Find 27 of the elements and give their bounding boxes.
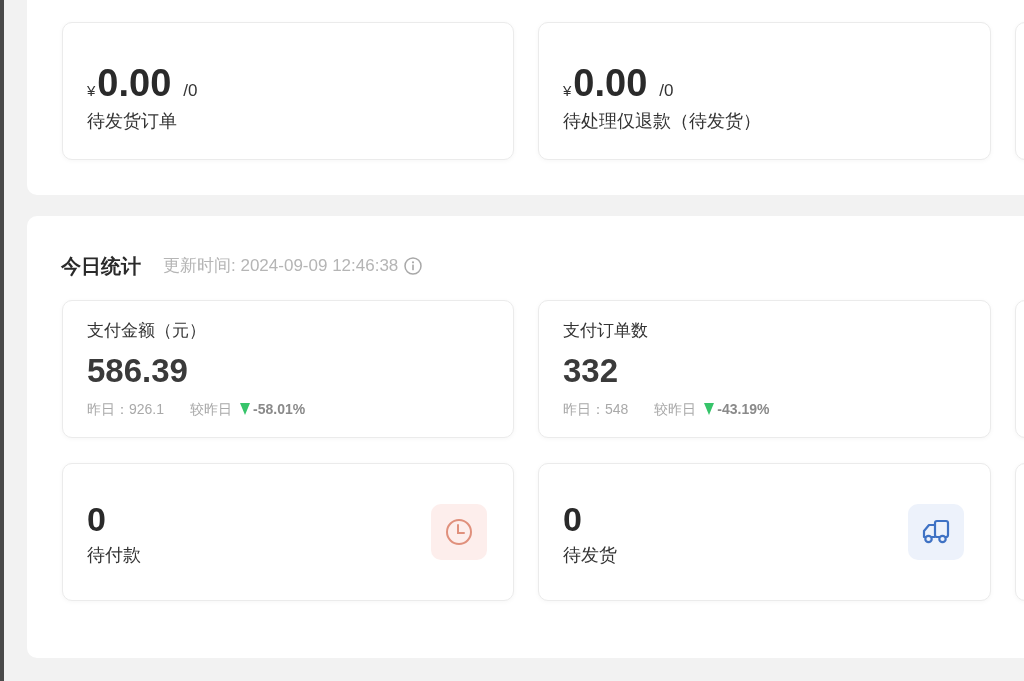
todo-count: 0 <box>563 499 582 539</box>
yesterday-value: 昨日：548 <box>563 400 629 419</box>
currency-symbol: ¥ <box>87 82 96 99</box>
compare-label: 较昨日 <box>654 400 697 419</box>
currency-symbol: ¥ <box>563 82 572 99</box>
yesterday-value: 昨日：926.1 <box>87 400 165 419</box>
todo-label: 待付款 <box>87 544 141 567</box>
info-icon[interactable] <box>404 257 423 275</box>
metric-label: 支付订单数 <box>563 320 648 342</box>
amount-value: 0.00 <box>573 63 648 103</box>
update-time: 更新时间: 2024-09-09 12:46:38 <box>163 255 399 277</box>
clock-icon <box>431 504 487 560</box>
metric-label: 支付金额（元） <box>87 320 206 342</box>
todo-count: 0 <box>87 499 106 539</box>
metric-value: 586.39 <box>87 351 188 391</box>
section-title: 今日统计 <box>61 254 141 279</box>
compare-label: 较昨日 <box>190 400 233 419</box>
card-label: 待处理仅退款（待发货） <box>563 110 761 133</box>
change-percent: -43.19% <box>717 400 770 419</box>
card-label: 待发货订单 <box>87 110 177 133</box>
change-percent: -58.01% <box>253 400 306 419</box>
metric-value: 332 <box>563 351 619 391</box>
amount-value: 0.00 <box>97 63 172 103</box>
todo-label: 待发货 <box>563 544 617 567</box>
truck-icon <box>908 504 964 560</box>
order-count: /0 <box>183 81 198 101</box>
order-count: /0 <box>659 81 674 101</box>
